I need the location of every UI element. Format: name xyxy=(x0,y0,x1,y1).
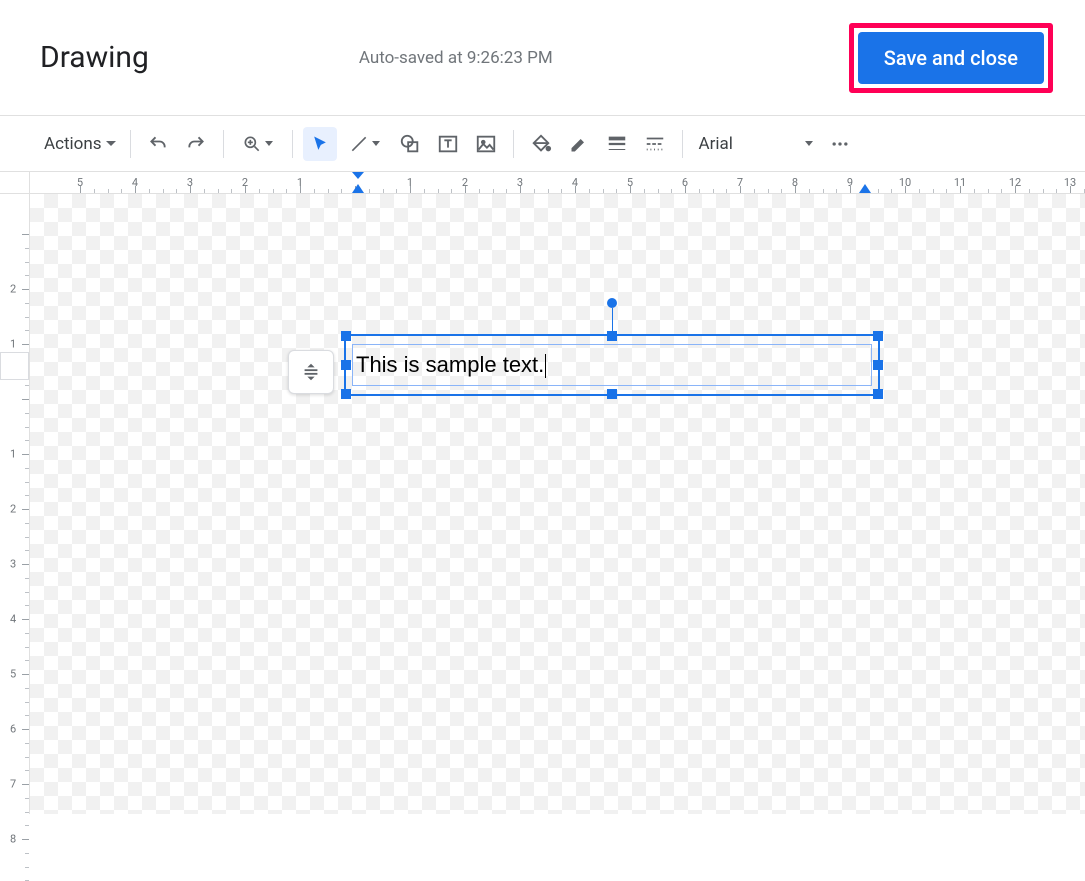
zoom-icon xyxy=(242,134,262,154)
undo-button[interactable] xyxy=(141,127,175,161)
resize-handle-mid-bottom[interactable] xyxy=(607,389,617,399)
font-name-label: Arial xyxy=(699,134,802,154)
text-fit-popup[interactable] xyxy=(288,350,334,394)
rotate-connector xyxy=(612,308,613,332)
ruler-label: 2 xyxy=(10,503,16,516)
select-tool-button[interactable] xyxy=(303,127,337,161)
vertical-ruler[interactable]: 2112345678 xyxy=(0,194,30,814)
resize-handle-top-right[interactable] xyxy=(873,331,883,341)
drawing-canvas[interactable]: This is sample text. xyxy=(30,194,1085,814)
separator xyxy=(513,130,514,158)
resize-handle-mid-top[interactable] xyxy=(607,331,617,341)
image-icon xyxy=(475,133,497,155)
resize-handle-mid-right[interactable] xyxy=(873,360,883,370)
redo-icon xyxy=(186,134,206,154)
ruler-label: 3 xyxy=(10,558,16,571)
textbox-icon xyxy=(437,133,459,155)
rotate-handle[interactable] xyxy=(607,298,617,308)
zoom-button[interactable] xyxy=(234,127,282,161)
shape-icon xyxy=(399,133,421,155)
border-weight-button[interactable] xyxy=(600,127,634,161)
separator xyxy=(130,130,131,158)
text-cursor xyxy=(545,354,546,378)
text-fit-icon xyxy=(300,361,322,383)
textbox-text[interactable]: This is sample text. xyxy=(356,352,546,378)
resize-handle-mid-left[interactable] xyxy=(341,360,351,370)
horizontal-ruler[interactable]: 5432112345678910111213 xyxy=(30,172,1085,194)
separator xyxy=(223,130,224,158)
toolbar: Actions Arial xyxy=(0,116,1085,172)
actions-menu-button[interactable]: Actions xyxy=(38,127,122,161)
indent-right-marker[interactable] xyxy=(859,184,871,193)
font-picker[interactable]: Arial xyxy=(691,127,821,161)
indent-left-marker[interactable] xyxy=(352,184,364,193)
textbox-content: This is sample text. xyxy=(356,352,544,377)
first-line-indent-marker[interactable] xyxy=(352,172,364,179)
ruler-label: 1 xyxy=(10,448,16,461)
resize-handle-bottom-right[interactable] xyxy=(873,389,883,399)
save-button-highlight: Save and close xyxy=(849,23,1053,93)
border-dash-button[interactable] xyxy=(638,127,672,161)
paint-bucket-icon xyxy=(530,133,552,155)
ruler-label: 2 xyxy=(10,283,16,296)
undo-icon xyxy=(148,134,168,154)
resize-handle-top-left[interactable] xyxy=(341,331,351,341)
dropdown-caret-icon xyxy=(372,141,380,146)
ruler-label: 6 xyxy=(10,723,16,736)
line-tool-button[interactable] xyxy=(341,127,389,161)
dialog-header: Drawing Auto-saved at 9:26:23 PM Save an… xyxy=(0,0,1085,115)
image-tool-button[interactable] xyxy=(469,127,503,161)
textbox-tool-button[interactable] xyxy=(431,127,465,161)
ruler-label: 5 xyxy=(10,668,16,681)
dropdown-caret-icon xyxy=(265,141,273,146)
border-weight-icon xyxy=(606,133,628,155)
ruler-label: 1 xyxy=(10,338,16,351)
autosave-status: Auto-saved at 9:26:23 PM xyxy=(359,48,553,68)
ruler-label: 8 xyxy=(10,833,16,846)
textbox-selection[interactable]: This is sample text. xyxy=(344,334,880,396)
more-icon xyxy=(830,134,850,154)
border-dash-icon xyxy=(644,133,666,155)
dropdown-caret-icon xyxy=(106,141,116,146)
dialog-title: Drawing xyxy=(40,40,149,75)
ruler-corner xyxy=(0,172,30,194)
more-options-button[interactable] xyxy=(823,127,857,161)
fill-color-button[interactable] xyxy=(524,127,558,161)
save-and-close-button[interactable]: Save and close xyxy=(858,32,1044,84)
shape-tool-button[interactable] xyxy=(393,127,427,161)
ruler-label: 7 xyxy=(10,778,16,791)
ruler-label: 4 xyxy=(10,613,16,626)
cursor-icon xyxy=(310,134,330,154)
redo-button[interactable] xyxy=(179,127,213,161)
border-color-button[interactable] xyxy=(562,127,596,161)
resize-handle-bottom-left[interactable] xyxy=(341,389,351,399)
workspace: 5432112345678910111213 2112345678 This i… xyxy=(0,172,1085,814)
vertical-margin-indicator xyxy=(0,352,29,380)
pencil-icon xyxy=(569,134,589,154)
separator xyxy=(292,130,293,158)
actions-label: Actions xyxy=(44,134,102,154)
dropdown-caret-icon xyxy=(805,141,813,146)
separator xyxy=(682,130,683,158)
line-icon xyxy=(349,134,369,154)
